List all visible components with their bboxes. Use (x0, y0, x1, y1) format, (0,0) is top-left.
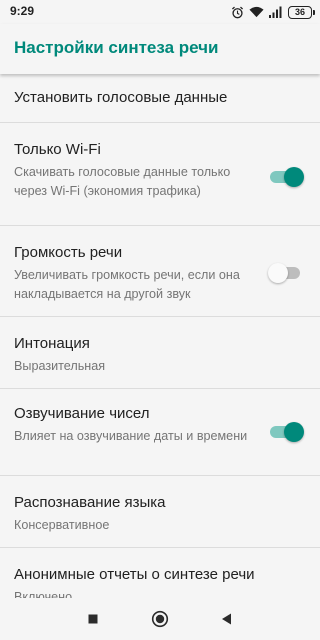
setting-summary: Включено (14, 590, 73, 598)
page-title: Настройки синтеза речи (14, 38, 219, 57)
setting-language-detection[interactable]: Распознавание языка Консервативное (0, 476, 320, 548)
setting-summary: Выразительная (14, 359, 106, 373)
setting-wifi-only[interactable]: Только Wi-Fi Скачивать голосовые данные … (0, 123, 320, 226)
setting-title: Анонимные отчеты о синтезе речи (14, 566, 255, 583)
home-circle-icon[interactable] (151, 610, 169, 628)
toggle-thumb (284, 422, 304, 442)
setting-summary: Скачивать голосовые данные только через … (14, 165, 231, 198)
settings-list[interactable]: Установить голосовые данные Только Wi-Fi… (0, 74, 320, 598)
battery-icon: 36 (288, 5, 315, 19)
setting-title: Только Wi-Fi (14, 141, 101, 158)
back-triangle-icon[interactable] (218, 610, 236, 628)
setting-summary: Консервативное (14, 518, 110, 532)
speech-volume-toggle[interactable] (268, 263, 304, 283)
setting-intonation[interactable]: Интонация Выразительная (0, 317, 320, 389)
status-bar: 9:29 36 (0, 0, 320, 24)
setting-title: Установить голосовые данные (14, 89, 228, 106)
status-time: 9:29 (10, 4, 35, 18)
setting-speech-volume[interactable]: Громкость речи Увеличивать громкость реч… (0, 226, 320, 317)
wifi-icon (249, 6, 264, 18)
signal-icon (269, 6, 283, 18)
status-icons: 36 (231, 4, 315, 20)
setting-anonymous-reports[interactable]: Анонимные отчеты о синтезе речи Включено (0, 548, 320, 598)
alarm-icon (231, 6, 244, 19)
toggle-thumb (284, 167, 304, 187)
screen: 9:29 36 Настройки синтеза речи Установит… (0, 0, 320, 640)
setting-title: Громкость речи (14, 244, 123, 261)
setting-number-reading[interactable]: Озвучивание чисел Влияет на озвучивание … (0, 389, 320, 476)
setting-install-voice-data[interactable]: Установить голосовые данные (0, 74, 320, 123)
setting-summary: Влияет на озвучивание даты и времени (14, 429, 248, 443)
number-reading-toggle[interactable] (268, 422, 304, 442)
setting-summary: Увеличивать громкость речи, если она нак… (14, 268, 240, 301)
setting-title: Распознавание языка (14, 494, 166, 511)
navigation-bar (0, 598, 320, 640)
app-bar: Настройки синтеза речи (0, 24, 320, 74)
setting-title: Интонация (14, 335, 90, 352)
recents-square-icon[interactable] (84, 610, 102, 628)
setting-title: Озвучивание чисел (14, 405, 150, 422)
toggle-thumb (268, 263, 288, 283)
wifi-only-toggle[interactable] (268, 167, 304, 187)
